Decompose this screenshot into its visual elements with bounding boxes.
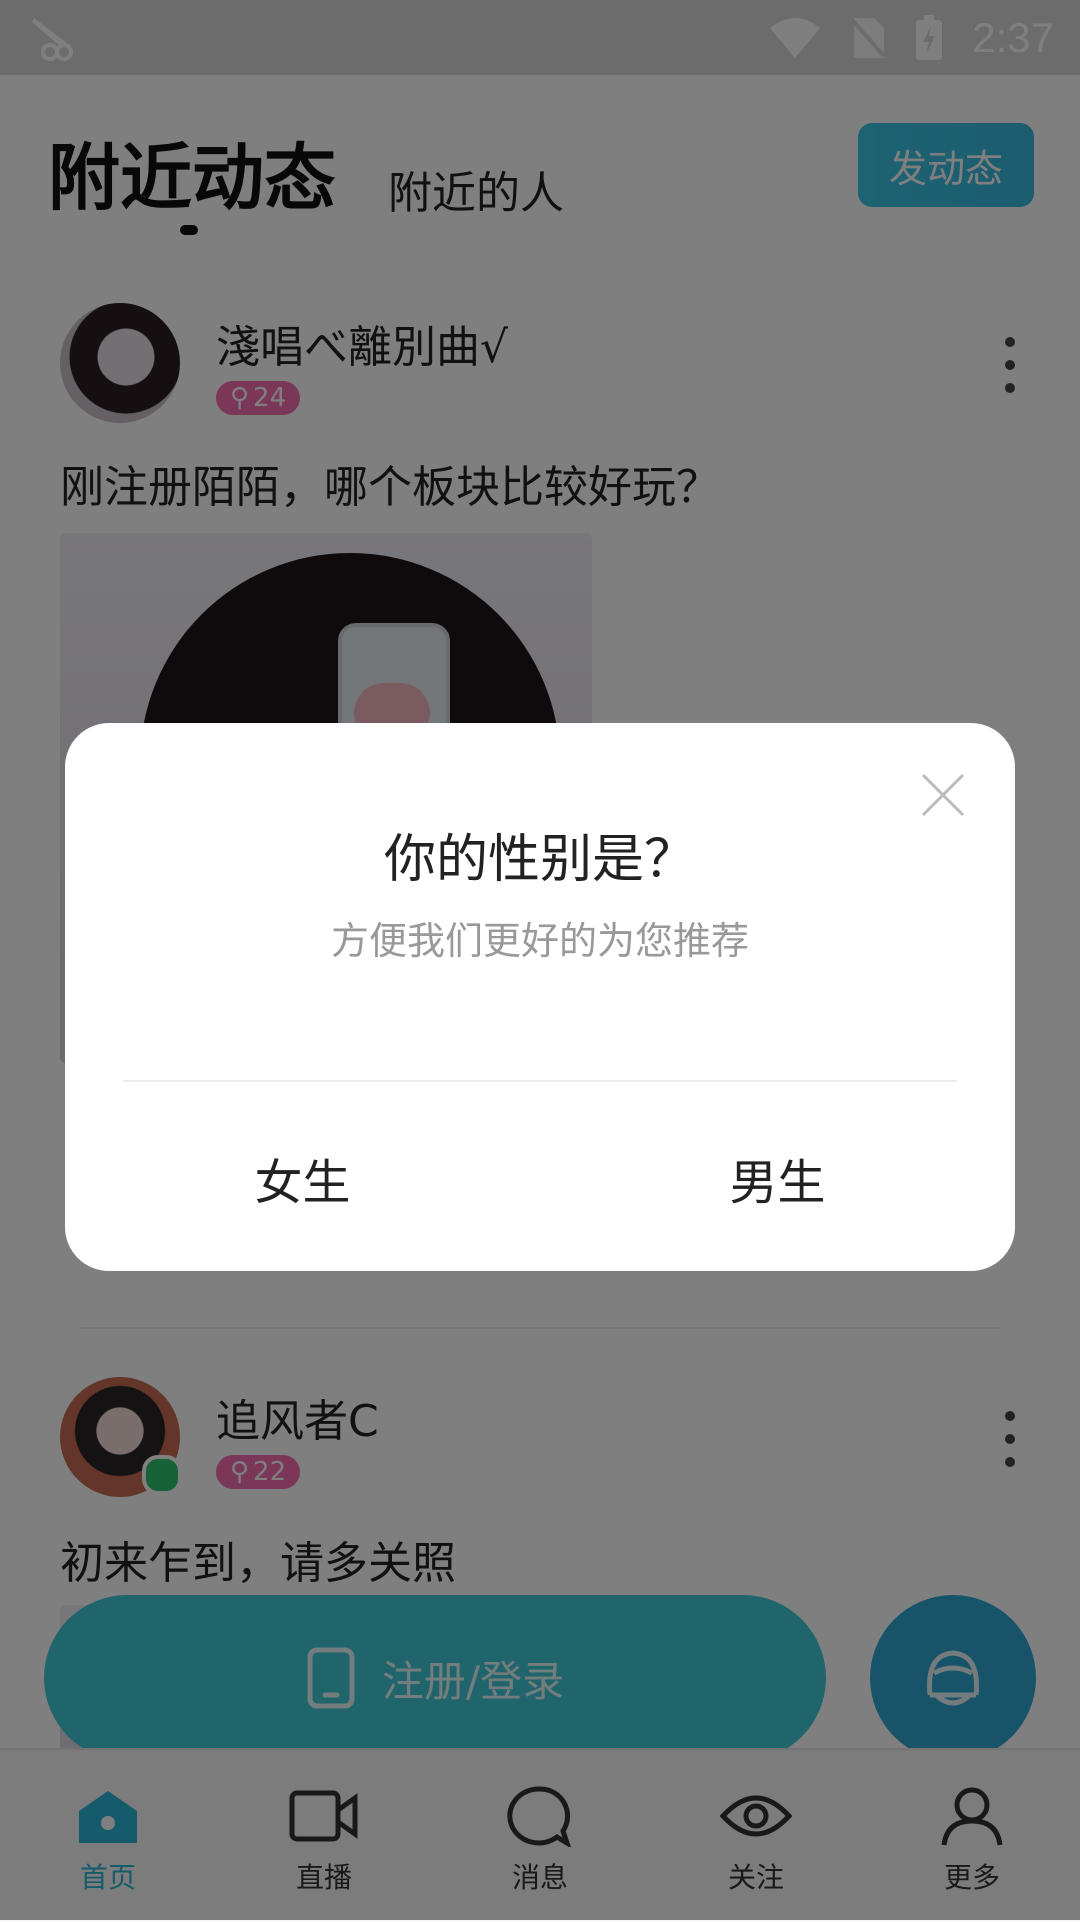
dialog-subtitle: 方便我们更好的为您推荐 [330,919,749,963]
gender-dialog: 你的性别是？ 方便我们更好的为您推荐 女生 男生 [65,723,1015,1271]
female-option-button[interactable]: 女生 [65,1143,540,1213]
close-icon[interactable] [919,771,967,819]
dialog-divider [123,1080,957,1082]
male-option-button[interactable]: 男生 [540,1143,1015,1213]
dialog-title: 你的性别是？ [383,830,696,890]
